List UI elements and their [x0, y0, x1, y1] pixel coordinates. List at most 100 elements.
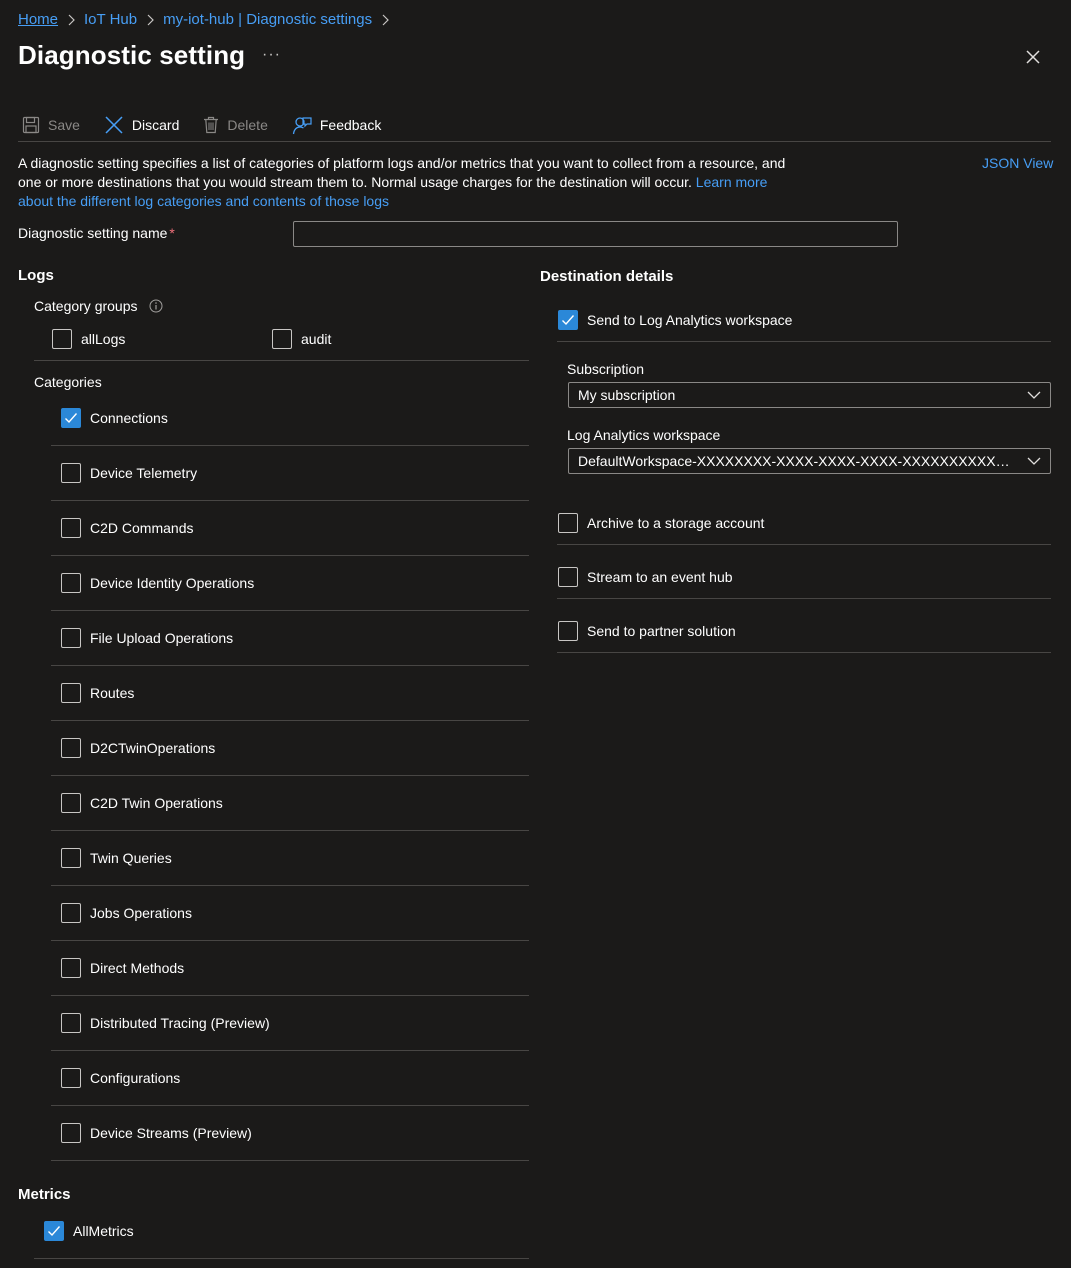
info-icon[interactable]: [149, 299, 163, 313]
allmetrics-label: AllMetrics: [73, 1223, 134, 1239]
send-to-partner-solution-label: Send to partner solution: [587, 623, 736, 639]
chevron-down-icon: [1027, 391, 1041, 399]
divider: [557, 598, 1051, 599]
audit-checkbox[interactable]: audit: [272, 329, 331, 349]
checkmark-icon: [44, 1221, 64, 1241]
device-identity-operations-label: Device Identity Operations: [90, 575, 254, 591]
archive-to-a-storage-account-checkbox[interactable]: Archive to a storage account: [558, 513, 764, 533]
breadcrumb: Home IoT Hub my-iot-hub | Diagnostic set…: [18, 11, 398, 28]
audit-label: audit: [301, 331, 331, 347]
d2ctwinoperations-checkbox[interactable]: D2CTwinOperations: [61, 738, 215, 758]
twin-queries-label: Twin Queries: [90, 850, 172, 866]
divider: [51, 995, 529, 996]
send-to-partner-solution-checkbox[interactable]: Send to partner solution: [558, 621, 736, 641]
delete-button[interactable]: Delete: [199, 112, 271, 138]
checkbox-box: [61, 1068, 81, 1088]
divider: [51, 500, 529, 501]
connections-label: Connections: [90, 410, 168, 426]
device-telemetry-checkbox[interactable]: Device Telemetry: [61, 463, 197, 483]
breadcrumb-diagnostic-settings-link[interactable]: my-iot-hub | Diagnostic settings: [163, 11, 372, 28]
page-title: Diagnostic setting: [18, 40, 245, 71]
category-groups-label: Category groups: [34, 298, 163, 314]
chevron-right-icon: [381, 14, 389, 26]
direct-methods-label: Direct Methods: [90, 960, 184, 976]
stream-to-an-event-hub-label: Stream to an event hub: [587, 569, 733, 585]
routes-checkbox[interactable]: Routes: [61, 683, 134, 703]
archive-to-a-storage-account-label: Archive to a storage account: [587, 515, 764, 531]
divider: [34, 1258, 529, 1259]
checkbox-box: [558, 621, 578, 641]
divider: [51, 940, 529, 941]
delete-button-label: Delete: [227, 117, 267, 133]
d2ctwinoperations-label: D2CTwinOperations: [90, 740, 215, 756]
required-asterisk: *: [169, 225, 174, 241]
twin-queries-checkbox[interactable]: Twin Queries: [61, 848, 172, 868]
divider: [557, 652, 1051, 653]
setting-name-input[interactable]: [293, 221, 898, 247]
checkbox-box: [52, 329, 72, 349]
discard-icon: [104, 115, 124, 135]
jobs-operations-checkbox[interactable]: Jobs Operations: [61, 903, 192, 923]
categories-label: Categories: [34, 374, 102, 390]
save-button[interactable]: Save: [18, 112, 84, 138]
c2d-twin-operations-label: C2D Twin Operations: [90, 795, 223, 811]
description-text: A diagnostic setting specifies a list of…: [18, 154, 798, 211]
checkbox-box: [61, 1013, 81, 1033]
checkbox-box: [61, 683, 81, 703]
divider: [51, 885, 529, 886]
setting-name-label-text: Diagnostic setting name: [18, 225, 167, 241]
jobs-operations-label: Jobs Operations: [90, 905, 192, 921]
discard-button[interactable]: Discard: [100, 112, 183, 138]
diagnostic-setting-page: Home IoT Hub my-iot-hub | Diagnostic set…: [0, 0, 1071, 1268]
device-identity-operations-checkbox[interactable]: Device Identity Operations: [61, 573, 254, 593]
checkmark-icon: [558, 310, 578, 330]
c2d-commands-checkbox[interactable]: C2D Commands: [61, 518, 193, 538]
file-upload-operations-label: File Upload Operations: [90, 630, 233, 646]
checkbox-box: [558, 567, 578, 587]
workspace-dropdown[interactable]: DefaultWorkspace-XXXXXXXX-XXXX-XXXX-XXXX…: [568, 448, 1051, 474]
configurations-checkbox[interactable]: Configurations: [61, 1068, 180, 1088]
feedback-button[interactable]: Feedback: [288, 112, 385, 138]
command-bar: Save Discard Delete Feedback: [18, 108, 1051, 142]
device-streams-preview-checkbox[interactable]: Device Streams (Preview): [61, 1123, 252, 1143]
routes-label: Routes: [90, 685, 134, 701]
chevron-right-icon: [67, 14, 75, 26]
c2d-twin-operations-checkbox[interactable]: C2D Twin Operations: [61, 793, 223, 813]
more-options-icon[interactable]: ···: [262, 46, 281, 64]
subscription-dropdown[interactable]: My subscription: [568, 382, 1051, 408]
chevron-down-icon: [1027, 457, 1041, 465]
checkbox-box: [61, 463, 81, 483]
direct-methods-checkbox[interactable]: Direct Methods: [61, 958, 184, 978]
connections-checkbox[interactable]: Connections: [61, 408, 168, 428]
setting-name-label: Diagnostic setting name*: [18, 225, 175, 241]
divider: [51, 1160, 529, 1161]
distributed-tracing-preview-checkbox[interactable]: Distributed Tracing (Preview): [61, 1013, 270, 1033]
checkbox-box: [61, 958, 81, 978]
stream-to-an-event-hub-checkbox[interactable]: Stream to an event hub: [558, 567, 733, 587]
close-icon[interactable]: [1024, 48, 1042, 66]
divider: [51, 775, 529, 776]
device-telemetry-label: Device Telemetry: [90, 465, 197, 481]
allmetrics-checkbox[interactable]: AllMetrics: [44, 1221, 134, 1241]
description-body: A diagnostic setting specifies a list of…: [18, 155, 785, 190]
divider: [51, 665, 529, 666]
divider: [51, 830, 529, 831]
json-view-link[interactable]: JSON View: [982, 154, 1053, 173]
alllogs-label: allLogs: [81, 331, 125, 347]
breadcrumb-home-link[interactable]: Home: [18, 11, 58, 28]
alllogs-checkbox[interactable]: allLogs: [52, 329, 125, 349]
distributed-tracing-preview-label: Distributed Tracing (Preview): [90, 1015, 270, 1031]
chevron-right-icon: [146, 14, 154, 26]
log-analytics-checkbox[interactable]: Send to Log Analytics workspace: [558, 310, 792, 330]
logs-heading: Logs: [18, 267, 54, 284]
checkmark-icon: [61, 408, 81, 428]
breadcrumb-iot-hub-link[interactable]: IoT Hub: [84, 11, 137, 28]
file-upload-operations-checkbox[interactable]: File Upload Operations: [61, 628, 233, 648]
checkbox-box: [558, 513, 578, 533]
device-streams-preview-label: Device Streams (Preview): [90, 1125, 252, 1141]
checkbox-box: [61, 903, 81, 923]
destination-heading: Destination details: [540, 268, 673, 285]
divider: [51, 555, 529, 556]
divider: [34, 360, 529, 361]
checkbox-box: [272, 329, 292, 349]
